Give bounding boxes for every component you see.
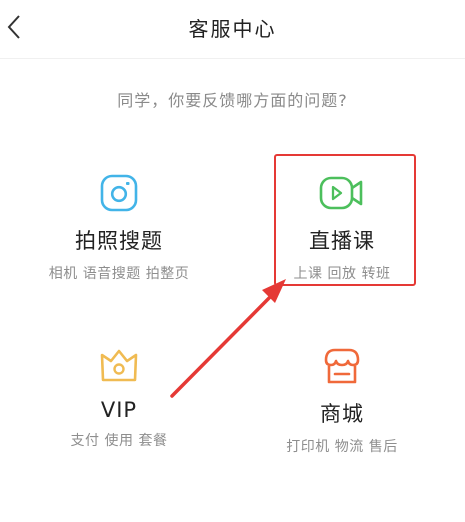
- category-subtitle: 相机 语音搜题 拍整页: [48, 266, 190, 282]
- category-subtitle: 打印机 物流 售后: [286, 439, 398, 455]
- category-label: 商城: [320, 402, 364, 426]
- page-title: 客服中心: [188, 17, 277, 41]
- highlight-box: [274, 154, 416, 286]
- crown-icon: [100, 349, 138, 382]
- shop-icon: [324, 348, 360, 384]
- category-subtitle: 支付 使用 套餐: [70, 433, 168, 449]
- camera-icon: [100, 174, 138, 212]
- category-vip[interactable]: VIP 支付 使用 套餐: [3, 346, 235, 450]
- category-label: 拍照搜题: [75, 229, 163, 253]
- category-label: VIP: [100, 398, 138, 422]
- feedback-question: 同学，你要反馈哪方面的问题?: [117, 91, 348, 110]
- nav-bar: 客服中心: [0, 0, 465, 59]
- category-photo-search[interactable]: 拍照搜题 相机 语音搜题 拍整页: [3, 173, 235, 283]
- category-mall[interactable]: 商城 打印机 物流 售后: [226, 346, 458, 456]
